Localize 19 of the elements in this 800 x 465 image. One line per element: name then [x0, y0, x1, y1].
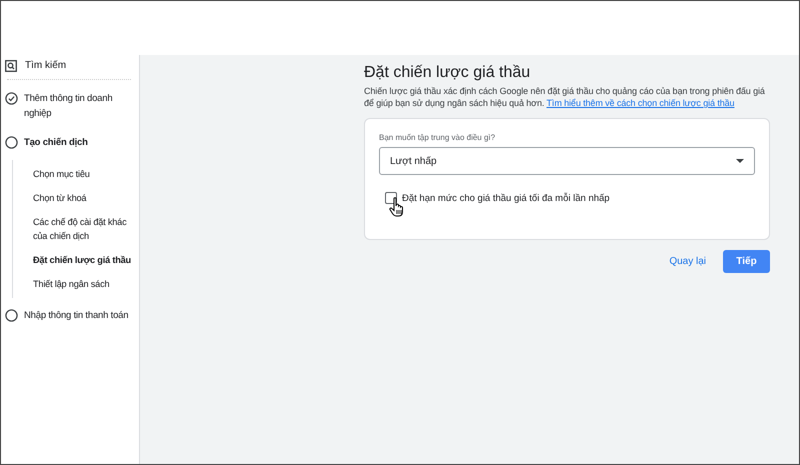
page-title: Đặt chiến lược giá thầu: [364, 63, 532, 83]
learn-more-link[interactable]: Tìm hiểu thêm về cách chọn chiến lược giá thầu: [546, 98, 734, 108]
search-icon: [5, 60, 17, 72]
question-label: Bạn muốn tập trung vào điều gì?: [379, 133, 496, 142]
substep-label[interactable]: Chọn từ khoá: [33, 186, 139, 210]
step-label[interactable]: Thêm thông tin doanh nghiệp: [24, 91, 135, 121]
substep-label[interactable]: Các chế độ cài đặt khác của chiến dịch: [33, 210, 139, 248]
checkbox-label: Đặt hạn mức cho giá thầu giá tối đa mỗi lần nhấp: [402, 192, 610, 204]
description-text: Chiến lược giá thầu xác định cách Google nên đặt giá thầu cho quảng cáo của bạn trong phiên đấu giá để giúp bạn sử dụng ngân sách hiệu quả hơn. Tìm hiểu thêm về cách chọn chiến lược giá thầu: [364, 85, 766, 109]
step-label[interactable]: Nhập thông tin thanh toán: [24, 308, 128, 323]
substep-label[interactable]: Đặt chiến lược giá thầu: [33, 248, 139, 272]
step-label[interactable]: Tạo chiến dịch: [24, 135, 88, 150]
search-link[interactable]: Tìm kiếm: [25, 60, 66, 71]
substep-label[interactable]: Thiết lập ngân sách: [33, 272, 139, 296]
substep-label[interactable]: Chọn mục tiêu: [33, 162, 139, 186]
dropdown-field[interactable]: Lượt nhấp: [379, 147, 755, 175]
caret-icon: [736, 159, 744, 163]
back-button[interactable]: Quay lại: [669, 256, 706, 267]
next-button[interactable]: Tiếp: [723, 250, 770, 273]
